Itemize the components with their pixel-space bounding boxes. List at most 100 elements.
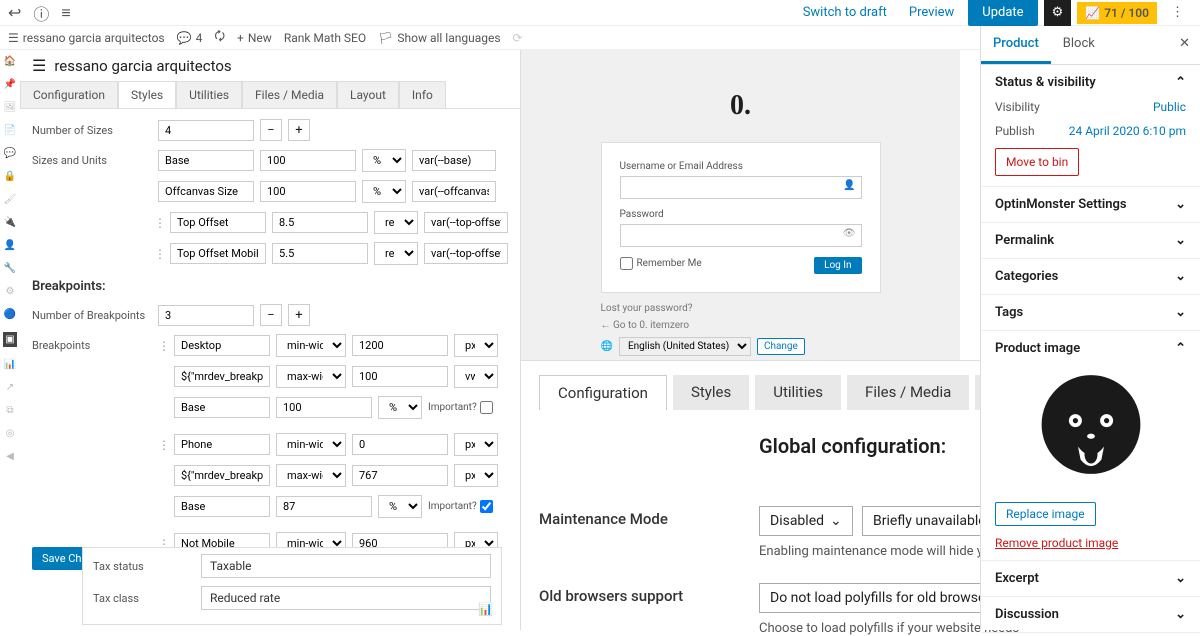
- devtools-icon[interactable]: ▣: [3, 332, 16, 347]
- size-name[interactable]: [158, 181, 254, 202]
- visibility-value[interactable]: Public: [1153, 100, 1186, 114]
- drag-handle-icon[interactable]: ⋮: [154, 247, 164, 261]
- wp-icon[interactable]: 🔵: [4, 309, 16, 320]
- change-lang-button[interactable]: Change: [757, 338, 805, 355]
- size-unit[interactable]: rem: [374, 211, 418, 234]
- maintenance-msg-input[interactable]: Briefly unavailable: [862, 506, 997, 536]
- size-var[interactable]: [424, 243, 508, 264]
- size-unit[interactable]: %: [362, 149, 406, 172]
- num-bp-minus[interactable]: −: [260, 304, 282, 326]
- users-icon[interactable]: 👤: [4, 240, 16, 251]
- lost-password-link[interactable]: Lost your password?: [601, 303, 693, 314]
- bp-name[interactable]: [174, 366, 270, 387]
- tax-class-select[interactable]: Reduced rate: [201, 586, 491, 610]
- updates-icon[interactable]: 🗘: [214, 27, 225, 48]
- tab-layout[interactable]: Layout: [337, 81, 399, 108]
- bp-name[interactable]: [174, 465, 270, 486]
- add-new[interactable]: + New: [237, 31, 272, 45]
- remember-me-check[interactable]: Remember Me: [620, 257, 702, 270]
- settings-gear-icon[interactable]: ⚙: [1044, 0, 1072, 26]
- info-icon[interactable]: ⓘ: [33, 1, 49, 25]
- num-sizes-input[interactable]: [158, 120, 254, 141]
- switch-to-draft-link[interactable]: Switch to draft: [795, 1, 895, 24]
- bp-rule[interactable]: max-width: [276, 464, 346, 487]
- language-select[interactable]: English (United States): [619, 337, 751, 356]
- analytics-icon[interactable]: 📊: [4, 359, 16, 370]
- post-icon[interactable]: 📌: [4, 79, 16, 90]
- product-image-heading[interactable]: Product image⌃: [995, 341, 1186, 356]
- sidebar-tab-block[interactable]: Block: [1051, 26, 1107, 64]
- bp-unit[interactable]: %: [378, 396, 422, 419]
- categories-section[interactable]: Categories⌄: [995, 269, 1186, 284]
- permalink-section[interactable]: Permalink⌄: [995, 233, 1186, 248]
- rank-math-link[interactable]: Rank Math SEO: [284, 31, 366, 45]
- username-input[interactable]: [620, 176, 862, 199]
- translation-icon[interactable]: ⟳: [513, 31, 523, 45]
- collapse-icon[interactable]: ◀: [6, 451, 14, 462]
- num-bp-input[interactable]: [158, 305, 254, 326]
- more-options-icon[interactable]: ⋮: [1163, 1, 1192, 24]
- tax-status-select[interactable]: Taxable: [201, 554, 491, 578]
- target-icon[interactable]: ◎: [6, 428, 15, 439]
- move-to-bin-button[interactable]: Move to bin: [995, 148, 1079, 176]
- sidebar-tab-product[interactable]: Product: [981, 26, 1051, 64]
- num-sizes-plus[interactable]: +: [288, 119, 310, 141]
- back-to-site-link[interactable]: ← Go to 0. itemzero: [601, 320, 690, 331]
- optinmonster-section[interactable]: OptinMonster Settings⌄: [995, 197, 1186, 212]
- preview-link[interactable]: Preview: [901, 1, 962, 24]
- drag-handle-icon[interactable]: ⋮: [154, 216, 164, 230]
- important-check[interactable]: Important?: [428, 500, 493, 513]
- size-var[interactable]: [412, 150, 496, 171]
- bp-name[interactable]: [174, 496, 270, 517]
- dashboard-icon[interactable]: 🏠: [4, 56, 16, 67]
- bp-val[interactable]: [352, 465, 448, 486]
- size-name[interactable]: [170, 212, 266, 233]
- publish-value[interactable]: 24 April 2020 6:10 pm: [1069, 124, 1186, 138]
- menu-icon[interactable]: ≡: [61, 3, 70, 23]
- product-image-avatar[interactable]: [1016, 366, 1166, 496]
- comments-count[interactable]: 💬 4: [177, 31, 203, 45]
- cb-tab-styles[interactable]: Styles: [673, 375, 749, 410]
- bp-name[interactable]: [174, 397, 270, 418]
- size-var[interactable]: [424, 212, 508, 233]
- excerpt-section[interactable]: Excerpt⌄: [995, 571, 1186, 586]
- bp-unit[interactable]: px: [454, 334, 498, 357]
- settings-icon[interactable]: ⚙: [6, 286, 15, 297]
- password-input[interactable]: [620, 224, 862, 247]
- bp-val[interactable]: [352, 434, 448, 455]
- bp-val[interactable]: [352, 335, 448, 356]
- size-var[interactable]: [412, 181, 496, 202]
- cb-tab-configuration[interactable]: Configuration: [539, 375, 667, 410]
- remove-image-link[interactable]: Remove product image: [995, 536, 1118, 550]
- size-name[interactable]: [158, 150, 254, 171]
- arrow-icon[interactable]: ↗: [6, 382, 14, 393]
- bp-val[interactable]: [276, 397, 372, 418]
- size-name[interactable]: [170, 243, 266, 264]
- bp-unit[interactable]: %: [378, 495, 422, 518]
- comments-icon[interactable]: 💬: [4, 148, 16, 159]
- bp-rule[interactable]: min-width: [276, 334, 346, 357]
- show-languages[interactable]: 🏳 Show all languages: [378, 31, 500, 45]
- site-name[interactable]: ☰ ressano garcia arquitectos: [8, 31, 165, 45]
- bp-rule[interactable]: max-width: [276, 365, 346, 388]
- num-bp-plus[interactable]: +: [288, 304, 310, 326]
- seo-score-badge[interactable]: 📈 71 / 100: [1077, 2, 1157, 24]
- code-icon[interactable]: ⧉: [6, 405, 13, 416]
- bp-unit[interactable]: vw: [454, 365, 498, 388]
- login-button[interactable]: Log In: [814, 257, 861, 274]
- drag-handle-icon[interactable]: ⋮: [158, 339, 168, 353]
- discussion-section[interactable]: Discussion⌄: [995, 607, 1186, 622]
- status-visibility-heading[interactable]: Status & visibility⌃: [995, 75, 1186, 90]
- tab-configuration[interactable]: Configuration: [20, 81, 118, 108]
- pages-icon[interactable]: 📄: [4, 125, 16, 136]
- num-sizes-minus[interactable]: −: [260, 119, 282, 141]
- maintenance-mode-select[interactable]: Disabled ⌄: [759, 506, 853, 536]
- eye-icon[interactable]: 👁: [843, 228, 856, 239]
- tab-styles[interactable]: Styles: [118, 81, 176, 108]
- bp-unit[interactable]: px: [454, 464, 498, 487]
- bp-rule[interactable]: min-width: [276, 433, 346, 456]
- size-val[interactable]: [272, 212, 368, 233]
- bp-unit[interactable]: px: [454, 433, 498, 456]
- replace-image-button[interactable]: Replace image: [995, 502, 1096, 526]
- plugins-icon[interactable]: 🔌: [4, 217, 16, 228]
